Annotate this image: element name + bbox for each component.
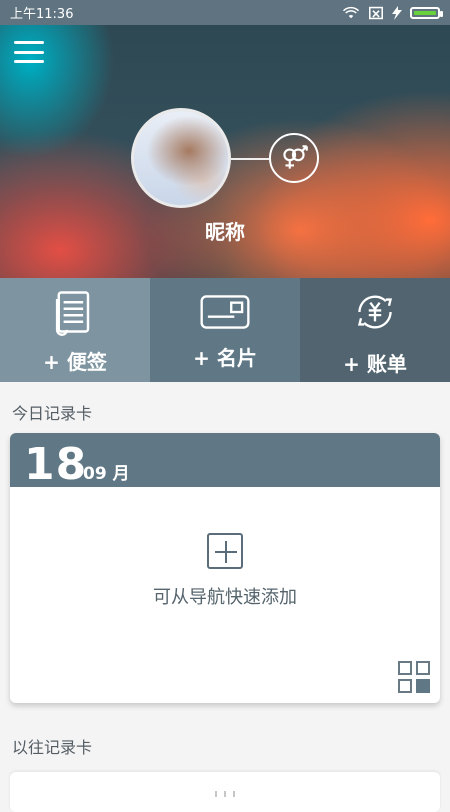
today-month: 09 月 bbox=[83, 464, 130, 484]
add-note-button[interactable]: + 便签 bbox=[0, 278, 150, 382]
plus-square-icon[interactable] bbox=[207, 533, 243, 569]
nickname[interactable]: 昵称 bbox=[0, 216, 450, 245]
add-bill-label: + 账单 bbox=[343, 351, 407, 376]
gender-icon[interactable] bbox=[269, 133, 319, 183]
bill-refresh-icon bbox=[357, 295, 393, 328]
status-bar: 上午11:36 bbox=[0, 0, 450, 25]
battery-icon bbox=[410, 6, 443, 19]
no-sim-icon bbox=[369, 6, 383, 19]
add-card-button[interactable]: + 名片 bbox=[150, 278, 300, 382]
add-card-label: + 名片 bbox=[193, 345, 257, 370]
past-card-stack[interactable] bbox=[10, 772, 440, 812]
add-prompt: 可从导航快速添加 bbox=[10, 533, 440, 609]
business-card-icon bbox=[200, 294, 250, 329]
profile-header: 上午11:36 昵称 bbox=[0, 0, 450, 278]
add-hint: 可从导航快速添加 bbox=[153, 587, 297, 608]
menu-icon[interactable] bbox=[14, 41, 44, 63]
today-day: 18 bbox=[24, 439, 88, 490]
add-bill-button[interactable]: + 账单 bbox=[300, 278, 450, 382]
past-section-title: 以往记录卡 bbox=[12, 738, 93, 757]
today-section-title: 今日记录卡 bbox=[12, 404, 93, 423]
quick-actions: + 便签 + 名片 + 账单 bbox=[0, 278, 450, 382]
drag-handle-icon bbox=[215, 791, 235, 797]
avatar[interactable] bbox=[131, 108, 231, 208]
today-card: 18 09 月 可从导航快速添加 bbox=[10, 433, 440, 703]
status-icons bbox=[342, 5, 443, 20]
notes-icon bbox=[55, 290, 90, 336]
wifi-icon bbox=[342, 6, 360, 18]
status-time: 上午11:36 bbox=[10, 7, 74, 22]
avatar-image bbox=[134, 111, 228, 205]
charging-icon bbox=[392, 5, 402, 20]
today-card-header: 18 09 月 bbox=[10, 433, 440, 490]
grid-icon[interactable] bbox=[398, 661, 430, 693]
add-note-label: + 便签 bbox=[43, 349, 107, 374]
avatar-gender-connector bbox=[231, 158, 269, 160]
